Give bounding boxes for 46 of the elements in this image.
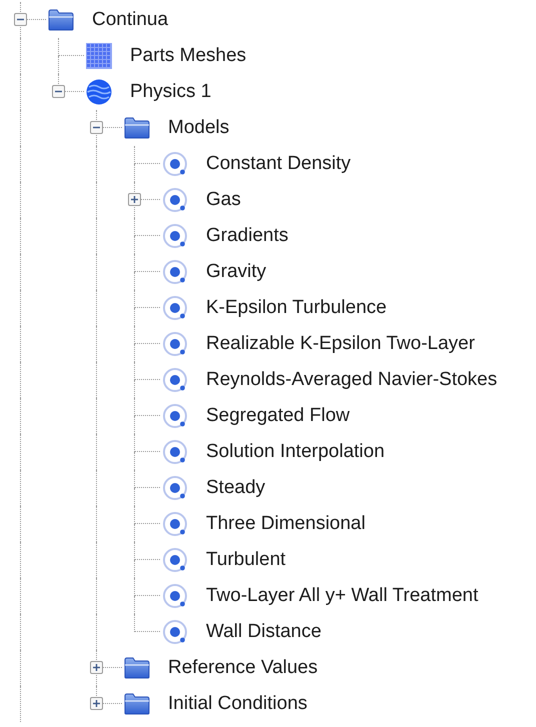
- collapse-toggle[interactable]: [14, 13, 27, 26]
- tree-item-label[interactable]: Initial Conditions: [168, 690, 308, 718]
- tree-item-label[interactable]: Realizable K-Epsilon Two-Layer: [206, 330, 475, 358]
- folder-icon: [124, 657, 150, 679]
- tree-item-label[interactable]: Reference Values: [168, 654, 318, 682]
- expand-toggle[interactable]: [90, 697, 103, 710]
- tree-item-label[interactable]: Gravity: [206, 258, 266, 286]
- expand-toggle[interactable]: [128, 193, 141, 206]
- tree-item-label[interactable]: Constant Density: [206, 150, 351, 178]
- model-icon: [162, 403, 188, 429]
- tree-item-label[interactable]: Solution Interpolation: [206, 438, 385, 466]
- tree-item-label[interactable]: Continua: [92, 6, 168, 34]
- wavy-sphere-icon: [86, 79, 112, 105]
- tree-item-label[interactable]: Parts Meshes: [130, 42, 246, 70]
- tree-item-label[interactable]: Models: [168, 114, 230, 142]
- model-icon: [162, 331, 188, 357]
- model-icon: [162, 259, 188, 285]
- folder-icon: [48, 9, 74, 31]
- model-icon: [162, 367, 188, 393]
- tree-item-label[interactable]: Gas: [206, 186, 241, 214]
- tree-item-label[interactable]: Three Dimensional: [206, 510, 366, 538]
- folder-icon: [124, 693, 150, 715]
- grid-icon: [86, 43, 112, 69]
- collapse-toggle[interactable]: [52, 85, 65, 98]
- model-icon: [162, 583, 188, 609]
- model-icon: [162, 187, 188, 213]
- model-icon: [162, 619, 188, 645]
- model-icon: [162, 439, 188, 465]
- tree-item-label[interactable]: Segregated Flow: [206, 402, 350, 430]
- tree-item-label[interactable]: Turbulent: [206, 546, 286, 574]
- model-icon: [162, 475, 188, 501]
- folder-icon: [124, 117, 150, 139]
- model-icon: [162, 511, 188, 537]
- tree-item-label[interactable]: K-Epsilon Turbulence: [206, 294, 387, 322]
- expand-toggle[interactable]: [90, 661, 103, 674]
- model-icon: [162, 295, 188, 321]
- tree-item-label[interactable]: Steady: [206, 474, 266, 502]
- tree-item-label[interactable]: Gradients: [206, 222, 288, 250]
- collapse-toggle[interactable]: [90, 121, 103, 134]
- tree-item-label[interactable]: Two-Layer All y+ Wall Treatment: [206, 582, 478, 610]
- model-icon: [162, 223, 188, 249]
- tree-item-label[interactable]: Reynolds-Averaged Navier-Stokes: [206, 366, 498, 394]
- tree-item-label[interactable]: Physics 1: [130, 78, 212, 106]
- model-icon: [162, 151, 188, 177]
- model-icon: [162, 547, 188, 573]
- tree-item-label[interactable]: Wall Distance: [206, 618, 322, 646]
